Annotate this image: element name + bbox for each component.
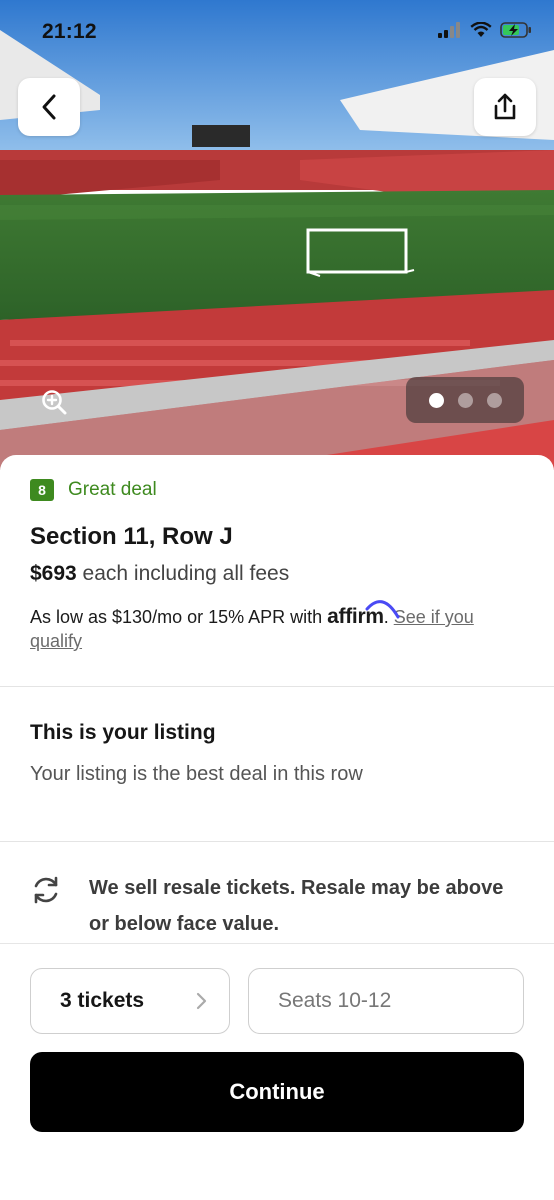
deal-score-badge: 8 bbox=[30, 479, 54, 501]
chevron-right-icon bbox=[196, 992, 207, 1010]
pager-dot-2[interactable] bbox=[457, 392, 473, 408]
hero-image[interactable]: 21:12 bbox=[0, 0, 554, 470]
continue-button[interactable]: Continue bbox=[30, 1052, 524, 1132]
divider bbox=[0, 841, 554, 842]
refresh-icon bbox=[34, 876, 58, 904]
affirm-logo: affirm bbox=[327, 600, 400, 629]
deal-label: Great deal bbox=[68, 479, 157, 500]
status-bar: 21:12 bbox=[0, 0, 554, 64]
deal-rating: 8 Great deal bbox=[30, 479, 157, 501]
divider bbox=[0, 686, 554, 687]
pager-dot-3[interactable] bbox=[486, 392, 502, 408]
battery-charging-icon bbox=[500, 22, 531, 38]
seats-info: Seats 10-12 bbox=[248, 968, 524, 1034]
bottom-action-bar: 3 tickets Seats 10-12 Continue bbox=[0, 943, 554, 1200]
cellular-signal-icon bbox=[438, 22, 460, 38]
ticket-quantity-button[interactable]: 3 tickets bbox=[30, 968, 230, 1034]
share-button[interactable] bbox=[474, 78, 536, 136]
image-pager[interactable] bbox=[406, 377, 524, 423]
wifi-icon bbox=[470, 22, 492, 37]
ticket-quantity-label: 3 tickets bbox=[60, 989, 145, 1012]
financing-info: As low as $130/mo or 15% APR with affirm… bbox=[30, 600, 510, 653]
price-suffix: each including all fees bbox=[76, 562, 290, 585]
price-line: $693 each including all fees bbox=[30, 562, 289, 586]
share-icon bbox=[494, 93, 516, 120]
section-row-title: Section 11, Row J bbox=[30, 523, 233, 550]
chevron-left-icon bbox=[42, 94, 56, 120]
your-listing-subtitle: Your listing is the best deal in this ro… bbox=[30, 763, 363, 785]
pager-dot-1[interactable] bbox=[428, 392, 444, 408]
back-button[interactable] bbox=[18, 78, 80, 136]
zoom-button[interactable] bbox=[34, 382, 74, 422]
status-time: 21:12 bbox=[42, 20, 97, 43]
your-listing-title: This is your listing bbox=[30, 721, 216, 744]
ticket-price: $693 bbox=[30, 562, 77, 585]
status-icons bbox=[438, 22, 532, 38]
zoom-in-icon bbox=[42, 390, 67, 415]
financing-text: As low as $130/mo or 15% APR with bbox=[30, 607, 328, 627]
resale-text: We sell resale tickets. Resale may be ab… bbox=[89, 877, 504, 935]
affirm-arc-icon bbox=[365, 600, 400, 619]
